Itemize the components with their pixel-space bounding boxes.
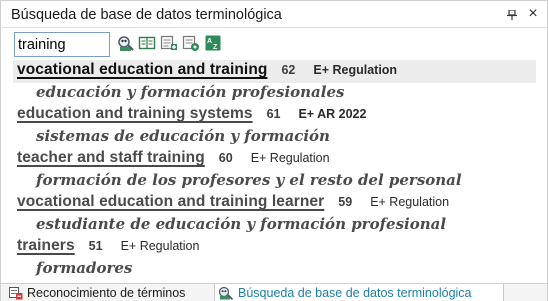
result-translation[interactable]: educación y formación profesionales bbox=[36, 83, 344, 105]
result-term-row[interactable]: vocational education and training 62 E+ … bbox=[17, 61, 397, 83]
results-list: vocational education and training 62 E+ … bbox=[2, 59, 547, 277]
result-source: E+ Regulation bbox=[313, 63, 398, 77]
result-score: 51 bbox=[88, 239, 103, 253]
result-score: 60 bbox=[218, 151, 233, 165]
result-translation[interactable]: sistemas de educación y formación bbox=[36, 127, 330, 149]
result-score: 62 bbox=[281, 63, 296, 77]
result-translation[interactable]: estudiante de educación y formación prof… bbox=[36, 215, 446, 237]
result-source: E+ AR 2022 bbox=[298, 107, 367, 121]
result-term[interactable]: education and training systems bbox=[17, 105, 253, 123]
result-term-row[interactable]: trainers 51 E+ Regulation bbox=[17, 237, 199, 259]
result-term[interactable]: vocational education and training learne… bbox=[17, 193, 324, 211]
tab-label: Reconocimiento de términos bbox=[27, 286, 186, 300]
search-input[interactable] bbox=[16, 34, 108, 55]
result-term[interactable]: teacher and staff training bbox=[17, 149, 205, 167]
result-term[interactable]: trainers bbox=[17, 237, 75, 255]
result-source: E+ Regulation bbox=[370, 195, 450, 209]
az-sort-icon[interactable]: A Z bbox=[204, 34, 222, 52]
result-term-row[interactable]: vocational education and training learne… bbox=[17, 193, 449, 215]
pin-icon[interactable] bbox=[507, 10, 517, 20]
result-source: E+ Regulation bbox=[120, 239, 200, 253]
result-term-row[interactable]: teacher and staff training 60 E+ Regulat… bbox=[17, 149, 330, 171]
close-icon[interactable]: × bbox=[524, 5, 542, 23]
window-title: Búsqueda de base de datos terminológica bbox=[11, 7, 282, 23]
termbase-view-icon[interactable] bbox=[138, 34, 156, 52]
add-term-icon[interactable] bbox=[160, 34, 178, 52]
result-score: 61 bbox=[266, 107, 281, 121]
tab-termbase-search[interactable]: Búsqueda de base de datos terminológica bbox=[214, 284, 504, 301]
result-source: E+ Regulation bbox=[250, 151, 330, 165]
termbase-search-window: Búsqueda de base de datos terminológica … bbox=[0, 0, 548, 301]
tab-term-recognition[interactable]: Reconocimiento de términos bbox=[9, 284, 185, 301]
result-term[interactable]: vocational education and training bbox=[17, 61, 267, 79]
termbase-search-icon bbox=[218, 286, 234, 300]
svg-text:A: A bbox=[207, 38, 212, 45]
svg-text:Z: Z bbox=[213, 44, 218, 51]
tab-label: Búsqueda de base de datos terminológica bbox=[238, 286, 472, 300]
result-translation[interactable]: formación de los profesores y el resto d… bbox=[36, 171, 462, 193]
bottom-tab-bar: Reconocimiento de términos Búsqueda de b… bbox=[1, 283, 547, 301]
result-translation[interactable]: formadores bbox=[36, 259, 132, 277]
search-settings-icon[interactable] bbox=[117, 34, 135, 52]
result-score: 59 bbox=[338, 195, 353, 209]
search-toolbar: A Z bbox=[2, 29, 547, 59]
termbase-settings-icon[interactable] bbox=[182, 34, 200, 52]
term-recognition-icon bbox=[9, 287, 23, 300]
title-bar: Búsqueda de base de datos terminológica … bbox=[2, 2, 547, 28]
result-term-row[interactable]: education and training systems 61 E+ AR … bbox=[17, 105, 366, 127]
search-field[interactable] bbox=[14, 32, 110, 57]
